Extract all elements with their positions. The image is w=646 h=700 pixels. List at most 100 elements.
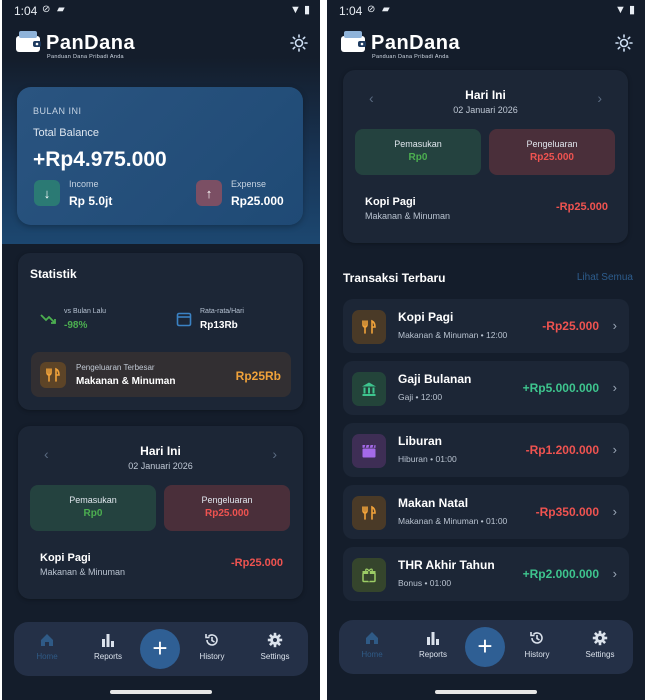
today-income-label: Pemasukan: [69, 495, 117, 505]
nav-history[interactable]: History: [187, 632, 237, 661]
nav-settings[interactable]: Settings: [575, 630, 625, 659]
bar-chart-icon: [102, 634, 114, 647]
app-name: PanDana: [46, 32, 136, 54]
today-item-name: Kopi Pagi: [40, 552, 91, 564]
see-all-link[interactable]: Lihat Semua: [577, 272, 633, 283]
transaction-name: Liburan: [398, 434, 442, 448]
balance-value: +Rp4.975.000: [33, 148, 167, 171]
transaction-meta: Bonus • 01:00: [398, 578, 452, 588]
chevron-right-icon: ›: [612, 318, 617, 333]
transaction-meta: Makanan & Minuman • 12:00: [398, 330, 508, 340]
today-expense-box: Pengeluaran Rp25.000: [489, 129, 615, 175]
today-expense-value: Rp25.000: [205, 508, 249, 519]
transaction-name: Kopi Pagi: [398, 310, 454, 324]
income-label: Income: [69, 179, 99, 189]
gear-icon: [267, 632, 283, 648]
daily-average-value: Rp13Rb: [200, 320, 238, 331]
status-bar: 1:04 ⊘ ▰ ▼ ▮: [327, 0, 645, 22]
transaction-amount: +Rp5.000.000: [522, 381, 599, 395]
today-title: Hari Ini: [465, 88, 506, 102]
transaction-meta: Hiburan • 01:00: [398, 454, 457, 464]
bar-chart-icon: [427, 632, 439, 645]
expense-label: Expense: [231, 179, 267, 189]
nav-home[interactable]: Home: [22, 632, 72, 661]
wallet-logo-icon: [16, 31, 41, 52]
sim-card-icon: ▰: [57, 4, 65, 15]
transaction-row[interactable]: Liburan Hiburan • 01:00 -Rp1.200.000 ›: [343, 423, 629, 477]
fork-knife-icon: [352, 496, 386, 530]
transaction-amount: -Rp350.000: [535, 505, 599, 519]
app-tagline: Panduan Dana Pribadi Anda: [372, 54, 449, 60]
transaction-row[interactable]: THR Akhir Tahun Bonus • 01:00 +Rp2.000.0…: [343, 547, 629, 601]
chevron-right-icon: ›: [612, 504, 617, 519]
biggest-expense-box: Pengeluaran Terbesar Makanan & Minuman R…: [31, 352, 291, 397]
today-card: ‹ › Hari Ini 02 Januari 2026 Pemasukan R…: [343, 70, 628, 243]
transaction-amount: -Rp25.000: [542, 319, 599, 333]
biggest-expense-category: Makanan & Minuman: [76, 376, 176, 387]
wifi-battery-icon: ▼ ▮: [290, 4, 310, 16]
gift-icon: [352, 558, 386, 592]
transaction-amount: -Rp1.200.000: [525, 443, 599, 457]
today-item-name: Kopi Pagi: [365, 196, 416, 208]
transaction-row[interactable]: Makan Natal Makanan & Minuman • 01:00 -R…: [343, 485, 629, 539]
theme-toggle-sun-icon[interactable]: [615, 34, 633, 52]
home-icon: [41, 634, 53, 646]
arrow-down-icon: ↓: [34, 180, 60, 206]
nav-history-label: History: [199, 652, 225, 661]
history-icon: [205, 634, 218, 646]
transaction-row[interactable]: Kopi Pagi Makanan & Minuman • 12:00 -Rp2…: [343, 299, 629, 353]
today-item-value: -Rp25.000: [556, 201, 608, 213]
status-time: 1:04: [14, 4, 38, 18]
phone-screen-home: 1:04 ⊘ ▰ ▼ ▮ PanDana Panduan Dana Pribad…: [2, 0, 320, 700]
transaction-row[interactable]: Gaji Bulanan Gaji • 12:00 +Rp5.000.000 ›: [343, 361, 629, 415]
nav-settings[interactable]: Settings: [250, 632, 300, 661]
today-date: 02 Januari 2026: [453, 105, 518, 115]
nav-history[interactable]: History: [512, 630, 562, 659]
sim-card-icon: ▰: [382, 4, 390, 15]
today-income-value: Rp0: [83, 508, 103, 519]
nav-reports[interactable]: Reports: [83, 632, 133, 661]
nav-settings-label: Settings: [260, 652, 290, 661]
chevron-right-icon: ›: [612, 380, 617, 395]
theme-toggle-sun-icon[interactable]: [290, 34, 308, 52]
expense-value: Rp25.000: [231, 194, 284, 208]
vs-last-month-value: -98%: [64, 320, 88, 331]
do-not-disturb-icon: ⊘: [367, 4, 376, 15]
statistik-title: Statistik: [30, 267, 77, 281]
balance-card: BULAN INI Total Balance +Rp4.975.000 ↓ I…: [17, 87, 303, 225]
bank-icon: [352, 372, 386, 406]
nav-home-label: Home: [36, 652, 58, 661]
vs-last-month-label: vs Bulan Lalu: [64, 308, 107, 315]
fork-knife-icon: [40, 362, 66, 388]
gesture-bar: [435, 690, 537, 694]
today-item-category: Makanan & Minuman: [40, 567, 126, 577]
chevron-right-icon: ›: [612, 566, 617, 581]
gear-icon: [592, 630, 608, 646]
transaction-meta: Makanan & Minuman • 01:00: [398, 516, 508, 526]
transaction-name: THR Akhir Tahun: [398, 558, 495, 572]
trending-down-icon: [40, 314, 56, 324]
clapperboard-icon: [352, 434, 386, 468]
arrow-up-icon: ↑: [196, 180, 222, 206]
today-item-value: -Rp25.000: [231, 557, 283, 569]
status-time: 1:04: [339, 4, 363, 18]
add-transaction-button[interactable]: +: [140, 629, 180, 669]
add-transaction-button[interactable]: +: [465, 627, 505, 667]
do-not-disturb-icon: ⊘: [42, 4, 51, 15]
nav-home-label: Home: [361, 650, 383, 659]
today-date: 02 Januari 2026: [128, 461, 193, 471]
biggest-expense-label: Pengeluaran Terbesar: [76, 363, 155, 372]
statistik-card: Statistik vs Bulan Lalu -98% Rata-rata/H…: [18, 253, 303, 410]
today-income-value: Rp0: [408, 152, 428, 163]
nav-reports[interactable]: Reports: [408, 630, 458, 659]
recent-transactions-title: Transaksi Terbaru: [343, 271, 446, 285]
today-card: ‹ › Hari Ini 02 Januari 2026 Pemasukan R…: [18, 426, 303, 599]
wallet-logo-icon: [341, 31, 366, 52]
calendar-icon: [176, 312, 192, 327]
today-income-box: Pemasukan Rp0: [30, 485, 156, 531]
today-expense-label: Pengeluaran: [526, 139, 578, 149]
nav-history-label: History: [524, 650, 550, 659]
today-income-label: Pemasukan: [394, 139, 442, 149]
nav-home[interactable]: Home: [347, 630, 397, 659]
daily-average-label: Rata-rata/Hari: [200, 308, 244, 315]
